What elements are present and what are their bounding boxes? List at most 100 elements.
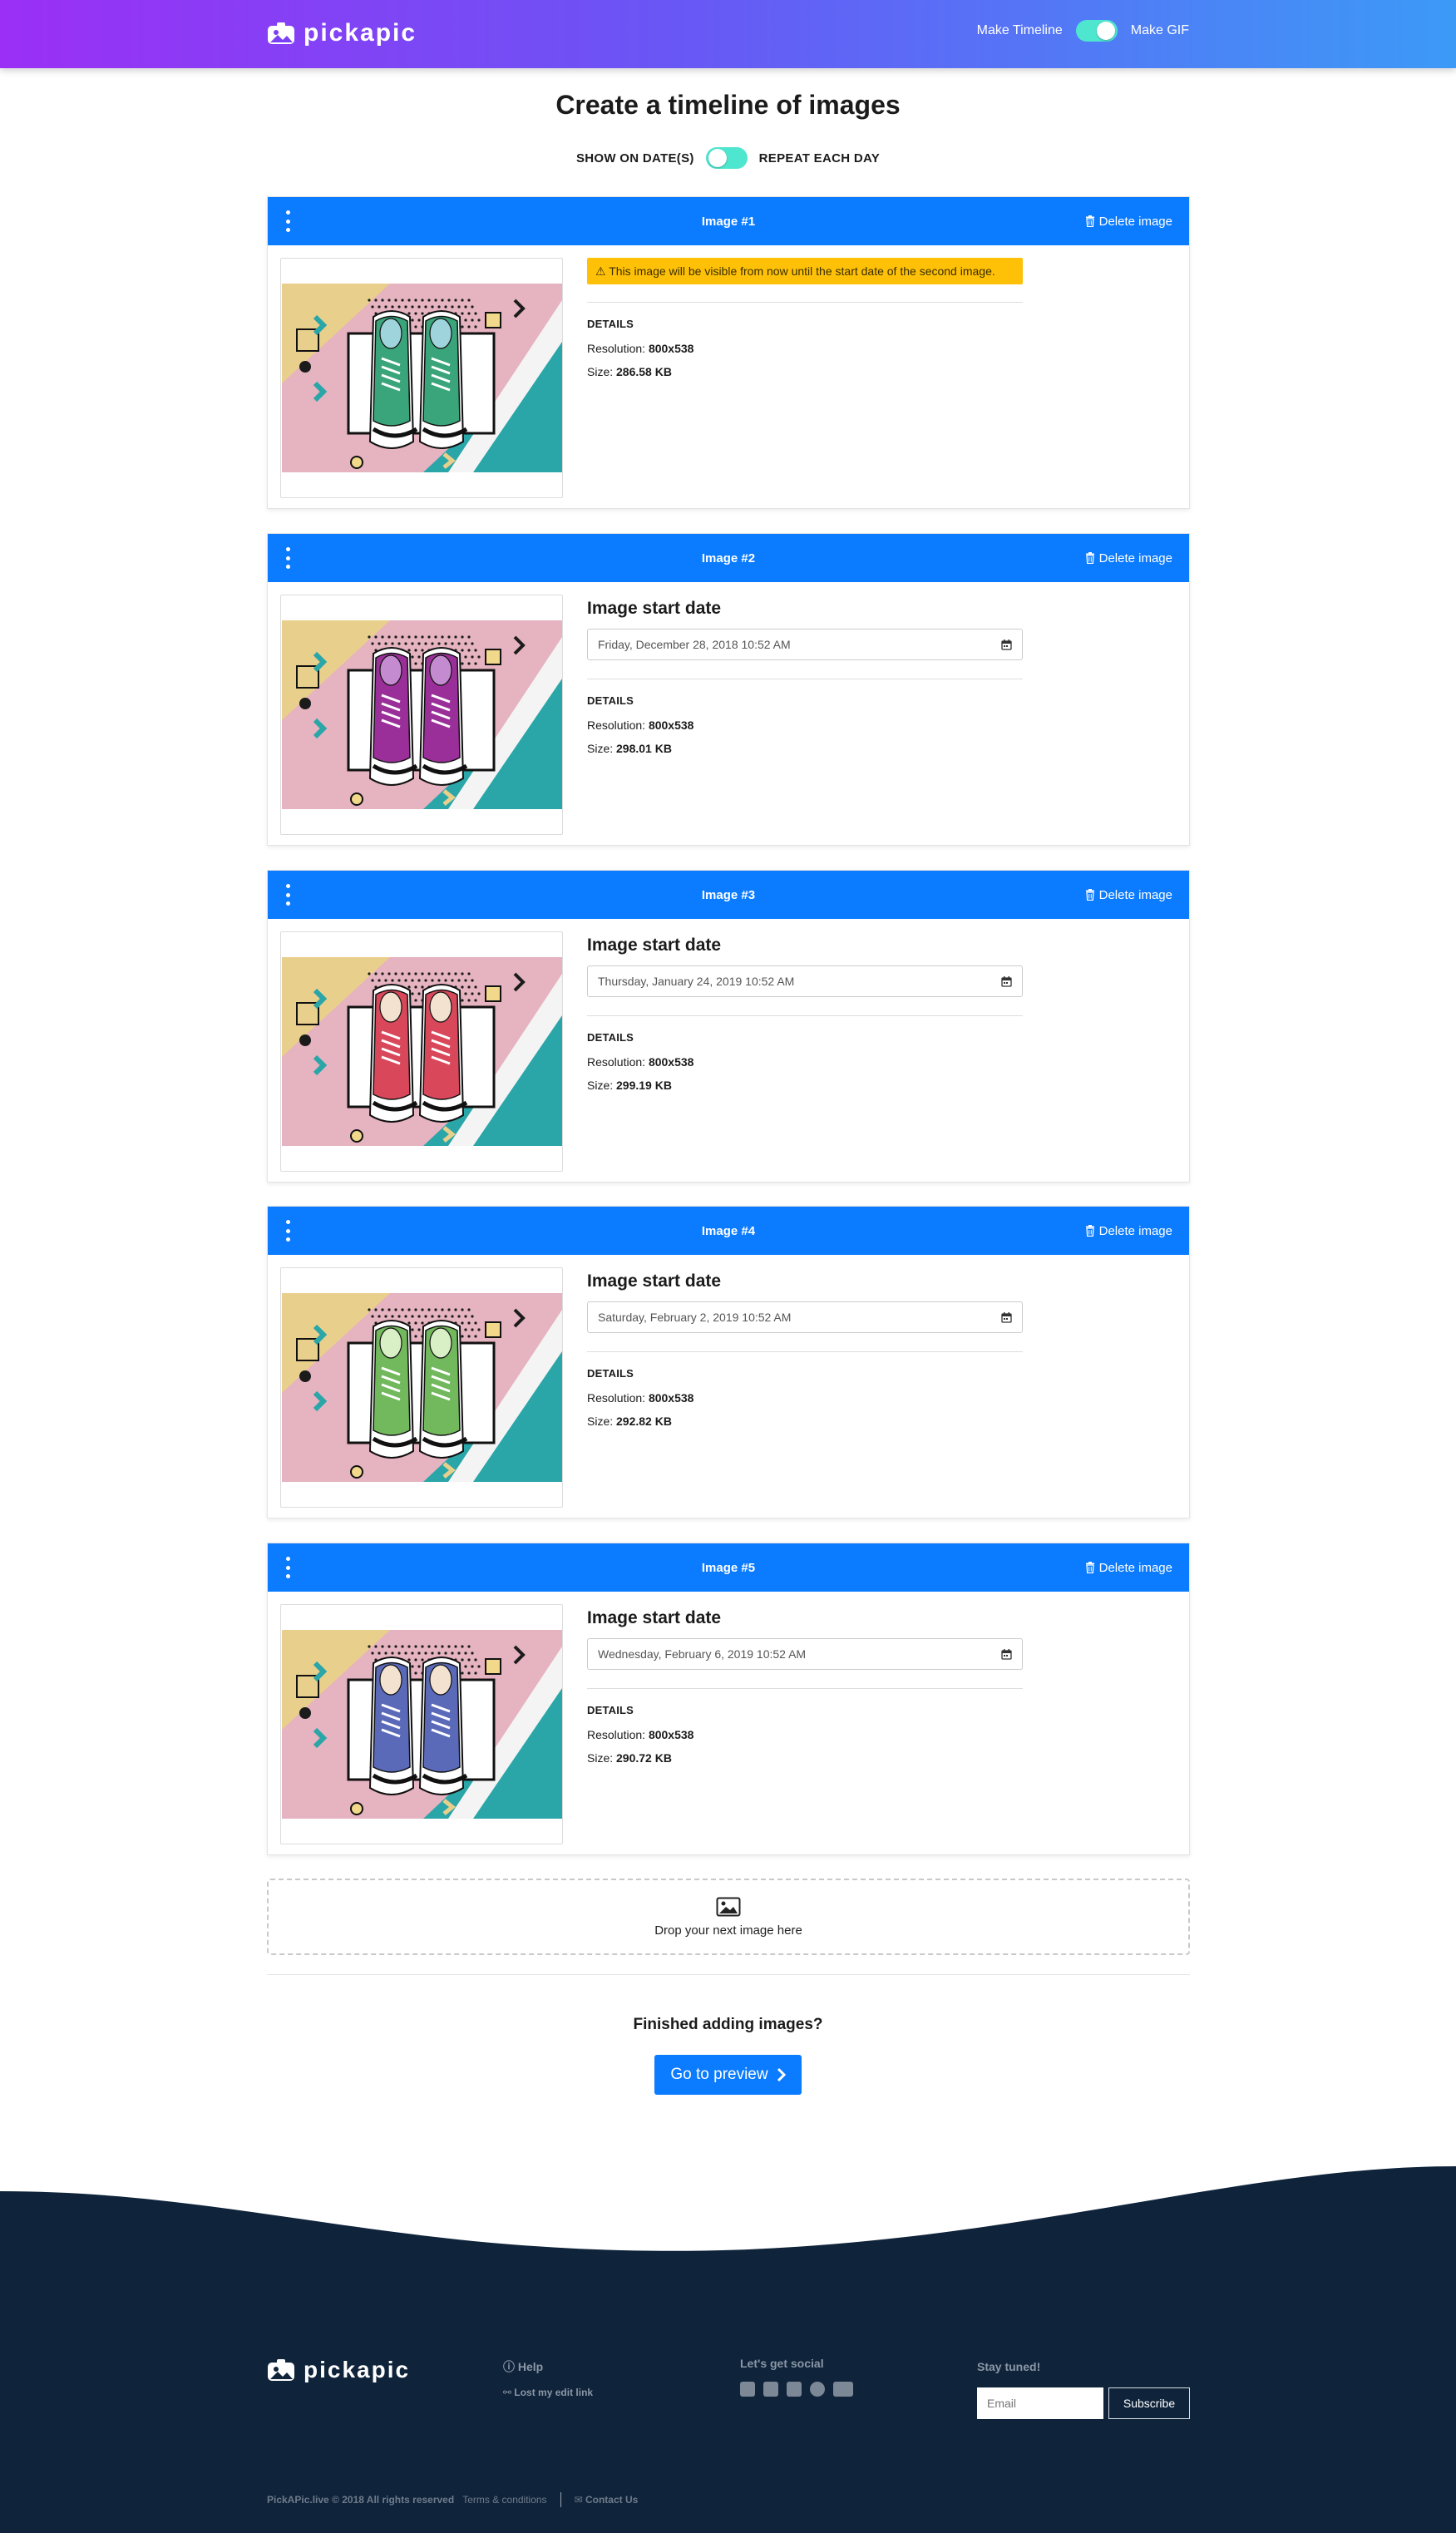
top-navbar: pickapic Make Timeline Make GIF	[0, 0, 1456, 68]
trash-icon	[1085, 215, 1094, 227]
terms-link[interactable]: Terms & conditions	[462, 2494, 546, 2506]
logo-icon	[268, 2359, 294, 2381]
delete-image-button[interactable]: Delete image	[1085, 534, 1172, 582]
image-info: ⚠ This image will be visible from now un…	[587, 258, 1023, 378]
image-card-body: Image start date Wednesday, February 6, 2…	[268, 1592, 1189, 1856]
resolution-label: Resolution:	[587, 1391, 646, 1405]
delete-image-button[interactable]: Delete image	[1085, 1207, 1172, 1255]
brand-logo[interactable]: pickapic	[267, 18, 417, 48]
subscribe-button[interactable]: Subscribe	[1108, 2387, 1190, 2419]
size-row: Size: 299.19 KB	[587, 1079, 1023, 1091]
delete-image-label: Delete image	[1098, 887, 1172, 902]
size-value: 290.72 KB	[616, 1751, 672, 1765]
social-icons	[740, 2382, 853, 2397]
footer-wave	[0, 2166, 1456, 2258]
details-heading: DETAILS	[587, 1704, 634, 1716]
warning-icon: ⚠	[595, 264, 610, 278]
image-thumbnail	[282, 1293, 562, 1482]
details-heading: DETAILS	[587, 1031, 634, 1044]
delete-image-label: Delete image	[1098, 551, 1172, 565]
timeline-gif-toggle[interactable]	[1075, 20, 1118, 42]
drag-handle-icon[interactable]	[284, 547, 291, 569]
visibility-warning: ⚠ This image will be visible from now un…	[587, 258, 1023, 284]
resolution-label: Resolution:	[587, 1055, 646, 1069]
image-dropzone[interactable]: Drop your next image here	[267, 1879, 1190, 1955]
delete-image-button[interactable]: Delete image	[1085, 871, 1172, 919]
go-to-preview-button[interactable]: Go to preview	[654, 2055, 802, 2095]
details-heading: DETAILS	[587, 1367, 634, 1380]
page-title: Create a timeline of images	[555, 90, 901, 120]
resolution-value: 800x538	[648, 342, 694, 355]
toggle-knob	[1096, 22, 1115, 40]
lost-edit-link[interactable]: ⚯ Lost my edit link	[503, 2387, 593, 2398]
delete-image-button[interactable]: Delete image	[1085, 1543, 1172, 1592]
sneakers-illustration	[282, 284, 562, 472]
footer: pickapic ⓘ Help ⚯ Lost my edit link Let'…	[0, 2257, 1456, 2533]
warning-text: This image will be visible from now unti…	[609, 264, 995, 278]
make-gif-label: Make GIF	[1130, 23, 1189, 37]
footer-brand[interactable]: pickapic	[267, 2357, 410, 2383]
image-info: Image start date Thursday, January 24, 20…	[587, 931, 1023, 1091]
trash-icon	[1085, 552, 1094, 564]
trash-icon	[1085, 1225, 1094, 1237]
size-label: Size:	[587, 1415, 614, 1428]
image-card-body: ⚠ This image will be visible from now un…	[268, 245, 1189, 510]
image-thumbnail-frame	[280, 1267, 563, 1508]
start-date-label: Image start date	[587, 599, 722, 618]
start-date-input[interactable]: Friday, December 28, 2018 10:52 AM	[587, 629, 1023, 660]
image-icon	[716, 1897, 741, 1916]
divider	[587, 302, 1023, 303]
legal-bar: PickAPic.live © 2018 All rights reserved…	[267, 2492, 638, 2507]
image-thumbnail-frame	[280, 258, 563, 498]
image-card-header: Image #1 Delete image	[268, 197, 1189, 245]
facebook-icon[interactable]	[740, 2382, 755, 2397]
image-card: Image #2 Delete image Image start date Fr…	[267, 533, 1190, 846]
size-label: Size:	[587, 365, 614, 378]
sneakers-illustration	[282, 620, 562, 809]
preview-button-label: Go to preview	[670, 2066, 768, 2083]
help-link[interactable]: ⓘ Help	[503, 2358, 593, 2375]
separator	[560, 2492, 561, 2507]
social-column: Let's get social	[740, 2357, 853, 2397]
resolution-row: Resolution: 800x538	[587, 1392, 1023, 1404]
image-card-header: Image #2 Delete image	[268, 534, 1189, 582]
linkedin-icon[interactable]	[787, 2382, 802, 2397]
resolution-label: Resolution:	[587, 718, 646, 732]
instagram-icon[interactable]	[810, 2382, 825, 2397]
size-row: Size: 298.01 KB	[587, 743, 1023, 754]
trash-icon	[1085, 889, 1094, 901]
start-date-value: Thursday, January 24, 2019 10:52 AM	[598, 975, 795, 988]
contact-link[interactable]: ✉ Contact Us	[575, 2494, 639, 2506]
divider	[587, 1688, 1023, 1689]
delete-image-label: Delete image	[1098, 214, 1172, 229]
sneakers-illustration	[282, 957, 562, 1146]
start-date-input[interactable]: Saturday, February 2, 2019 10:52 AM	[587, 1301, 1023, 1333]
start-date-input[interactable]: Wednesday, February 6, 2019 10:52 AM	[587, 1638, 1023, 1670]
repeat-each-day-toggle[interactable]	[705, 147, 748, 169]
finished-heading: Finished adding images?	[633, 2016, 823, 2033]
youtube-icon[interactable]	[833, 2382, 853, 2397]
resolution-value: 800x538	[648, 1728, 694, 1741]
calendar-icon	[1001, 639, 1012, 650]
image-title: Image #4	[701, 1223, 756, 1238]
start-date-value: Friday, December 28, 2018 10:52 AM	[598, 638, 791, 651]
image-card: Image #5 Delete image Image start date We…	[267, 1543, 1190, 1855]
drag-handle-icon[interactable]	[284, 884, 291, 906]
help-column: ⓘ Help ⚯ Lost my edit link	[503, 2358, 593, 2398]
drag-handle-icon[interactable]	[284, 1220, 291, 1242]
drag-handle-icon[interactable]	[284, 210, 291, 232]
image-title: Image #3	[701, 887, 756, 902]
image-thumbnail	[282, 620, 562, 809]
resolution-label: Resolution:	[587, 1728, 646, 1741]
email-input[interactable]	[977, 2387, 1103, 2419]
size-row: Size: 292.82 KB	[587, 1415, 1023, 1427]
mode-switch: Make Timeline Make GIF	[977, 20, 1189, 42]
delete-image-button[interactable]: Delete image	[1085, 197, 1172, 245]
start-date-input[interactable]: Thursday, January 24, 2019 10:52 AM	[587, 965, 1023, 997]
size-label: Size:	[587, 1751, 614, 1765]
twitter-icon[interactable]	[763, 2382, 778, 2397]
drag-handle-icon[interactable]	[284, 1557, 291, 1578]
start-date-label: Image start date	[587, 1608, 722, 1627]
start-date-value: Wednesday, February 6, 2019 10:52 AM	[598, 1647, 807, 1661]
image-info: Image start date Friday, December 28, 201…	[587, 595, 1023, 754]
